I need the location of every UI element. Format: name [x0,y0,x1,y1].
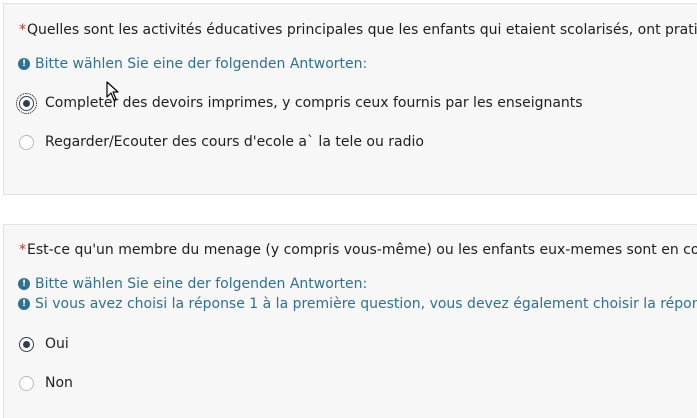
question-2-help-2-text: Si vous avez choisi la réponse 1 à la pr… [35,296,697,312]
survey-page: *Quelles sont les activités éducatives p… [0,0,697,418]
question-2-text-row: *Est-ce qu'un membre du menage (y compri… [19,241,697,259]
mandatory-asterisk: * [19,242,26,258]
question-1-option-2-label[interactable]: Regarder/Ecouter des cours d'ecole a` la… [45,133,424,151]
question-1-option-2-radio[interactable] [19,134,34,150]
question-2-option-oui-radio[interactable] [19,336,34,352]
question-1-text-row: *Quelles sont les activités éducatives p… [19,21,697,39]
question-1-option-1[interactable]: Completer des devoirs imprimes, y compri… [16,92,583,114]
exclamation-circle-icon: ! [18,298,30,310]
question-1-help-text: Bitte wählen Sie eine der folgenden Antw… [35,56,368,72]
exclamation-circle-icon: ! [18,58,30,70]
question-1-option-2[interactable]: Regarder/Ecouter des cours d'ecole a` la… [19,133,424,151]
question-2-option-oui-label[interactable]: Oui [45,335,69,353]
question-1-help: ! Bitte wählen Sie eine der folgenden An… [18,55,367,73]
question-2-option-oui[interactable]: Oui [19,335,69,353]
question-2-option-non[interactable]: Non [19,374,73,392]
question-1-option-1-radio[interactable] [16,92,37,114]
question-2-option-non-label[interactable]: Non [45,374,73,392]
question-2-help-2: ! Si vous avez choisi la réponse 1 à la … [18,295,697,313]
question-2-help-1: ! Bitte wählen Sie eine der folgenden An… [18,275,367,293]
mouse-pointer-icon [106,81,119,101]
question-2-option-non-radio[interactable] [19,375,34,391]
question-2-container: *Est-ce qu'un membre du menage (y compri… [3,224,697,418]
question-1-option-1-label[interactable]: Completer des devoirs imprimes, y compri… [45,94,583,112]
exclamation-circle-icon: ! [18,278,30,290]
mandatory-asterisk: * [19,22,26,38]
question-2-text: Est-ce qu'un membre du menage (y compris… [27,242,697,258]
question-2-help-1-text: Bitte wählen Sie eine der folgenden Antw… [35,276,368,292]
question-1-text: Quelles sont les activités éducatives pr… [27,22,697,38]
